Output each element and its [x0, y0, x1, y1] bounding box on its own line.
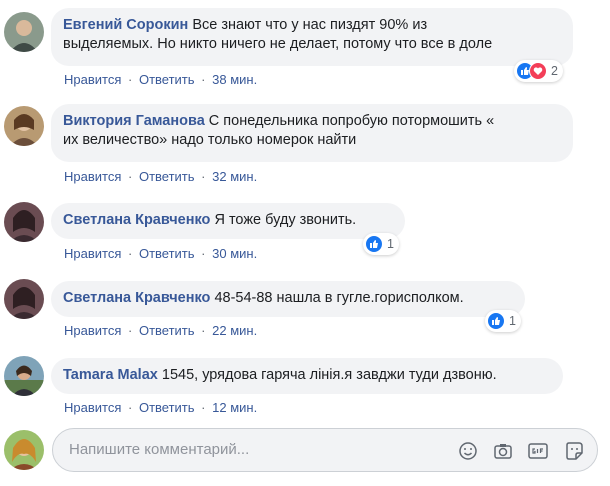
separator: ·: [128, 246, 133, 261]
comment-text: С понедельника попробую потормошить «: [208, 113, 495, 129]
comment-time[interactable]: 30 мин.: [212, 246, 257, 261]
sticker-icon[interactable]: [563, 440, 585, 462]
separator: ·: [201, 246, 206, 261]
reply-link[interactable]: Ответить: [139, 169, 195, 184]
comment-bubble: Евгений Сорокин Все знают что у нас пизд…: [51, 8, 573, 66]
like-link[interactable]: Нравится: [64, 323, 121, 338]
reply-link[interactable]: Ответить: [139, 323, 195, 338]
separator: ·: [128, 323, 133, 338]
comment-bubble: Светлана Кравченко Я тоже буду звонить.: [51, 203, 405, 239]
comment-composer: [52, 428, 598, 472]
separator: ·: [128, 169, 133, 184]
comment-bubble: Tamara Malax 1545, урядова гаряча лінія.…: [51, 358, 563, 394]
comment-actions: Нравится · Ответить · 32 мин.: [64, 169, 257, 184]
comment-actions: Нравится · Ответить · 22 мин.: [64, 323, 257, 338]
avatar[interactable]: [4, 202, 44, 242]
reaction-summary[interactable]: 2: [514, 60, 563, 82]
reply-link[interactable]: Ответить: [139, 400, 195, 415]
emoji-icon[interactable]: [457, 440, 479, 462]
comment-author[interactable]: Светлана Кравченко: [63, 290, 210, 306]
separator: ·: [128, 400, 133, 415]
separator: ·: [128, 72, 133, 87]
love-icon: [529, 62, 547, 80]
gif-icon[interactable]: [527, 440, 549, 462]
reaction-summary[interactable]: 1: [485, 310, 521, 332]
avatar[interactable]: [4, 106, 44, 146]
separator: ·: [201, 323, 206, 338]
comment-text: 1545, урядова гаряча лінія.я завджи туди…: [161, 367, 497, 383]
reaction-count: 1: [387, 237, 394, 251]
like-link[interactable]: Нравится: [64, 246, 121, 261]
reaction-count: 1: [509, 314, 516, 328]
comment-text: их величество» надо только номерок найти: [63, 132, 357, 148]
comment-text: Я тоже буду звонить.: [214, 212, 357, 228]
separator: ·: [201, 169, 206, 184]
comment-text: 48-54-88 нашла в гугле.горисполком.: [214, 290, 464, 306]
avatar[interactable]: [4, 12, 44, 52]
reply-link[interactable]: Ответить: [139, 72, 195, 87]
like-link[interactable]: Нравится: [64, 72, 121, 87]
current-user-avatar[interactable]: [4, 430, 44, 470]
comment-text: выделяемых. Но никто ничего не делает, п…: [63, 36, 493, 52]
reaction-summary[interactable]: 1: [363, 233, 399, 255]
like-icon: [487, 312, 505, 330]
comment-time[interactable]: 12 мин.: [212, 400, 257, 415]
reaction-count: 2: [551, 64, 558, 78]
comment-time[interactable]: 32 мин.: [212, 169, 257, 184]
comment-actions: Нравится · Ответить · 12 мин.: [64, 400, 257, 415]
comment-text: Все знают что у нас пиздят 90% из: [192, 17, 428, 33]
comment-actions: Нравится · Ответить · 38 мин.: [64, 72, 257, 87]
comment-author[interactable]: Виктория Гаманова: [63, 113, 205, 129]
comment-author[interactable]: Tamara Malax: [63, 367, 158, 383]
avatar[interactable]: [4, 356, 44, 396]
separator: ·: [201, 400, 206, 415]
comment-time[interactable]: 38 мин.: [212, 72, 257, 87]
comment-bubble: Светлана Кравченко 48-54-88 нашла в гугл…: [51, 281, 525, 317]
separator: ·: [201, 72, 206, 87]
comment-input[interactable]: [67, 440, 441, 459]
like-link[interactable]: Нравится: [64, 169, 121, 184]
avatar[interactable]: [4, 279, 44, 319]
comment-actions: Нравится · Ответить · 30 мин.: [64, 246, 257, 261]
comment-bubble: Виктория Гаманова С понедельника попробу…: [51, 104, 573, 162]
comment-time[interactable]: 22 мин.: [212, 323, 257, 338]
comment-author[interactable]: Светлана Кравченко: [63, 212, 210, 228]
camera-icon[interactable]: [492, 440, 514, 462]
comment-author[interactable]: Евгений Сорокин: [63, 17, 188, 33]
like-icon: [365, 235, 383, 253]
reply-link[interactable]: Ответить: [139, 246, 195, 261]
like-link[interactable]: Нравится: [64, 400, 121, 415]
